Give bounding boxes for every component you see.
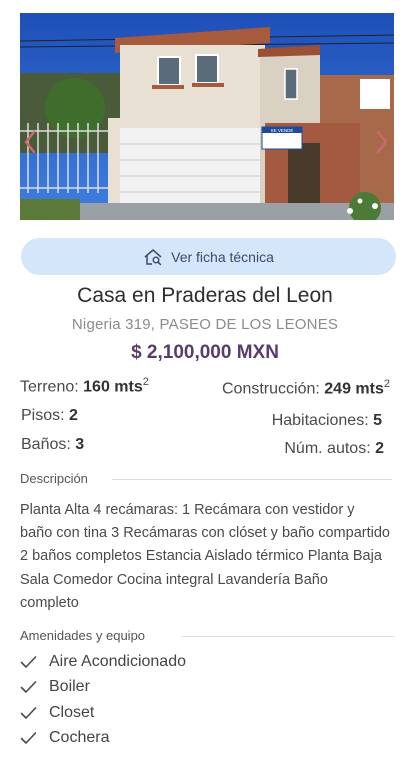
spec-pisos: Pisos: 2 <box>21 407 78 425</box>
spec-autos-value: 2 <box>375 440 384 457</box>
spec-terreno: Terreno: 160 mts2 <box>20 376 149 396</box>
chevron-left-icon <box>24 130 36 154</box>
spec-construccion-unit-exp: 2 <box>383 378 390 390</box>
amenity-label: Aire Acondicionado <box>49 653 186 670</box>
listing-price: $ 2,100,000 MXN <box>131 342 279 363</box>
spec-pisos-value: 2 <box>69 407 78 424</box>
amenity-item: Boiler <box>20 676 90 698</box>
property-photo[interactable]: SE VENDE <box>20 13 394 220</box>
spec-habitaciones-value: 5 <box>373 412 382 429</box>
spec-banos-label: Baños: <box>21 436 71 453</box>
description-heading: Descripción <box>20 471 88 486</box>
spec-banos: Baños: 3 <box>21 436 84 454</box>
ficha-button-label: Ver ficha técnica <box>171 248 274 265</box>
amenity-label: Closet <box>49 704 95 721</box>
spec-terreno-unit-exp: 2 <box>142 376 149 388</box>
photo-next-button[interactable] <box>374 125 390 159</box>
amenity-item: Closet <box>20 702 94 724</box>
description-divider <box>112 479 392 480</box>
spec-pisos-label: Pisos: <box>21 407 65 424</box>
listing-title: Casa en Praderas del Leon <box>77 284 333 307</box>
amenity-label: Boiler <box>49 678 90 695</box>
spec-habitaciones-label: Habitaciones: <box>271 412 369 429</box>
spec-construccion: Construcción: 249 mts2 <box>222 378 390 398</box>
house-photo: SE VENDE <box>20 13 394 220</box>
spec-autos-label: Núm. autos: <box>284 440 371 457</box>
description-text: Planta Alta 4 recámaras: 1 Recámara con … <box>20 502 390 611</box>
amenities-heading: Amenidades y equipo <box>20 628 146 643</box>
amenity-label: Cochera <box>49 729 110 746</box>
check-icon <box>20 732 37 744</box>
spec-terreno-value: 160 mts <box>83 378 143 396</box>
photo-prev-button[interactable] <box>22 125 38 159</box>
spec-construccion-value: 249 mts <box>324 380 384 398</box>
spec-autos: Núm. autos: 2 <box>284 440 384 458</box>
amenity-item: Cochera <box>20 727 109 749</box>
ver-ficha-tecnica-button[interactable]: Ver ficha técnica <box>21 238 396 275</box>
chevron-right-icon <box>376 130 388 154</box>
check-icon <box>20 656 37 668</box>
spec-banos-value: 3 <box>75 436 85 453</box>
check-icon <box>20 681 37 693</box>
check-icon <box>20 707 37 719</box>
spec-habitaciones: Habitaciones: 5 <box>272 412 382 430</box>
amenity-item: Aire Acondicionado <box>20 651 186 673</box>
spec-terreno-label: Terreno: <box>20 378 79 396</box>
amenities-divider <box>182 636 394 637</box>
spec-construccion-label: Construcción: <box>222 380 320 398</box>
sale-sign-text: SE VENDE <box>271 128 294 133</box>
listing-address: Nigeria 319, PASEO DE LOS LEONES <box>71 316 339 333</box>
house-search-icon <box>144 248 162 265</box>
